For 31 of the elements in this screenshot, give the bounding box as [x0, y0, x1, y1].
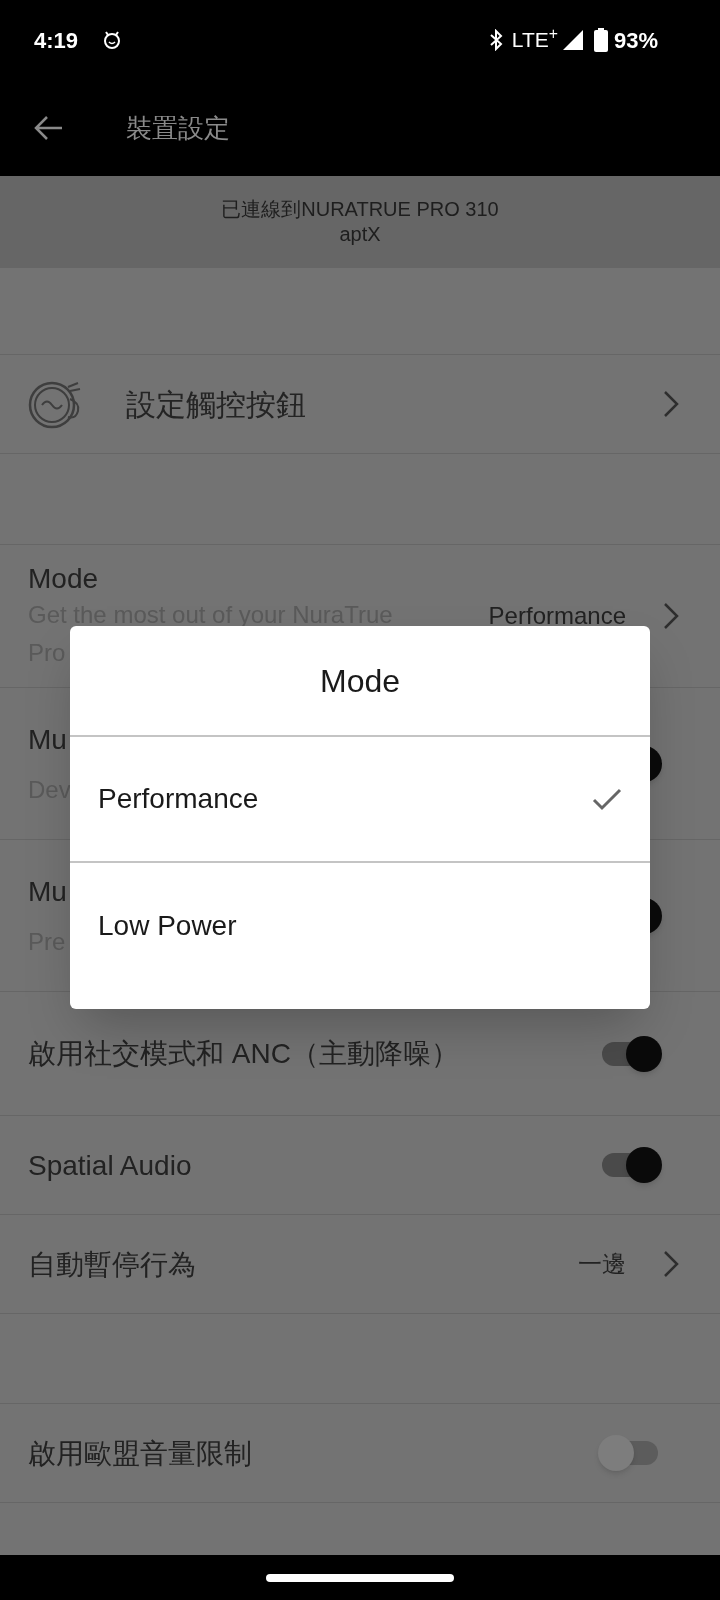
mode-option[interactable]: Low Power	[70, 863, 650, 1009]
row-value: Performance	[488, 601, 626, 631]
home-indicator[interactable]	[266, 1573, 454, 1582]
row-label: 自動暫停行為	[28, 1247, 196, 1282]
battery-level: 93%	[613, 26, 658, 55]
row-label: Mu	[28, 723, 67, 757]
settings-row[interactable]: 自動暫停行為 一邊	[0, 1215, 720, 1314]
connected-device: 已連線到NURATRUE PRO 310	[221, 197, 499, 222]
signal-icon	[561, 29, 584, 51]
back-arrow-icon[interactable]	[34, 115, 64, 141]
settings-row[interactable]: 設定觸控按鈕	[0, 355, 720, 454]
chevron-right-icon	[662, 1249, 680, 1279]
row-label: Mu	[28, 875, 67, 909]
checkmark-icon	[592, 787, 622, 811]
row-label: 設定觸控按鈕	[126, 386, 307, 423]
row-label: 啟用歐盟音量限制	[28, 1436, 252, 1471]
codec-name: aptX	[339, 222, 381, 247]
battery-icon	[593, 28, 608, 52]
network-type: LTE$^{+}$	[511, 24, 558, 54]
mode-option[interactable]: Performance	[70, 737, 650, 863]
row-value: 一邊	[578, 1249, 626, 1279]
app-bar-title: 裝置設定	[126, 111, 230, 145]
option-label: Performance	[98, 782, 260, 816]
row-label: Spatial Audio	[28, 1148, 192, 1183]
row-label: Mode	[28, 561, 99, 596]
row-label: 啟用社交模式和 ANC（主動降噪）	[28, 1037, 459, 1071]
option-label: Low Power	[98, 909, 238, 943]
smiley-icon	[102, 30, 123, 50]
chevron-right-icon	[662, 601, 680, 631]
chevron-right-icon	[662, 389, 680, 419]
status-time: 4:19	[34, 26, 79, 55]
